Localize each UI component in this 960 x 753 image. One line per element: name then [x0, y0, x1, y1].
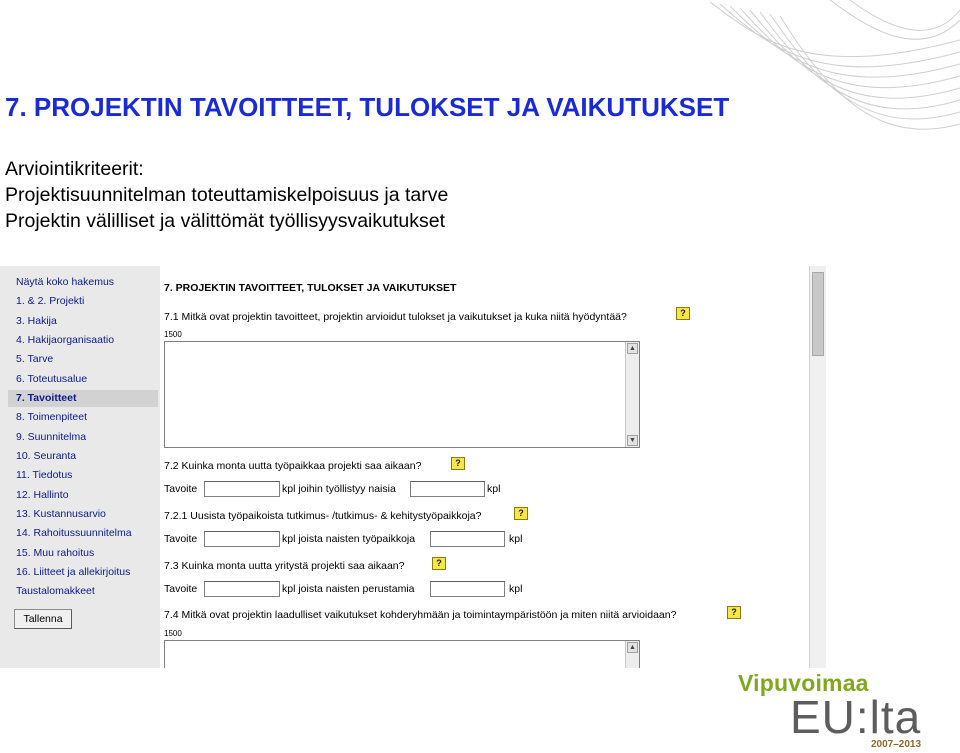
char-limit-label: 1500	[164, 330, 182, 339]
question-7-3-label: 7.3 Kuinka monta uutta yritystä projekti…	[164, 560, 405, 572]
sidebar-item-attachments[interactable]: 16. Liitteet ja allekirjoitus	[16, 566, 130, 578]
application-screenshot: Näytä koko hakemus 1. & 2. Projekti 3. H…	[0, 266, 826, 668]
sidebar-item-monitoring[interactable]: 10. Seuranta	[16, 450, 76, 462]
criteria-block: Arviointikriteerit: Projektisuunnitelman…	[5, 156, 448, 234]
form-title: 7. PROJEKTIN TAVOITTEET, TULOKSET JA VAI…	[164, 282, 457, 294]
women-rd-jobs-label: kpl joista naisten työpaikkoja	[282, 533, 416, 545]
char-limit-label: 1500	[164, 629, 182, 638]
women-jobs-label: kpl joihin työllistyy naisia	[282, 483, 396, 495]
women-jobs-input[interactable]	[410, 481, 485, 497]
criteria-heading: Arviointikriteerit:	[5, 158, 144, 180]
form-content: 7. PROJEKTIN TAVOITTEET, TULOKSET JA VAI…	[160, 266, 809, 668]
new-companies-input[interactable]	[204, 581, 280, 597]
scrollbar-thumb[interactable]	[812, 272, 824, 356]
goal-label: Tavoite	[164, 583, 198, 595]
help-icon[interactable]: ?	[676, 307, 690, 320]
unit-label: kpl	[487, 483, 501, 495]
sidebar-item-need[interactable]: 5. Tarve	[16, 353, 53, 365]
decorative-curves	[709, 0, 960, 130]
scroll-up-icon[interactable]: ▲	[627, 343, 638, 354]
sidebar-nav: Näytä koko hakemus 1. & 2. Projekti 3. H…	[0, 266, 160, 668]
sidebar-item-other-funding[interactable]: 15. Muu rahoitus	[16, 547, 94, 559]
help-icon[interactable]: ?	[451, 457, 465, 470]
scroll-up-icon[interactable]: ▲	[627, 642, 638, 653]
sidebar-item-show-all[interactable]: Näytä koko hakemus	[16, 276, 114, 288]
women-founded-input[interactable]	[430, 581, 505, 597]
question-7-2-label: 7.2 Kuinka monta uutta työpaikkaa projek…	[164, 460, 422, 472]
rd-jobs-input[interactable]	[204, 531, 280, 547]
unit-label: kpl	[509, 583, 523, 595]
criteria-item: Projektin välilliset ja välittömät työll…	[5, 210, 445, 232]
help-icon[interactable]: ?	[514, 507, 528, 520]
sidebar-item-goals[interactable]: 7. Tavoitteet	[16, 392, 77, 404]
question-7-2-1-label: 7.2.1 Uusista työpaikoista tutkimus- /tu…	[164, 510, 482, 522]
question-7-4-label: 7.4 Mitkä ovat projektin laadulliset vai…	[164, 609, 677, 621]
sidebar-item-project[interactable]: 1. & 2. Projekti	[16, 295, 84, 307]
question-7-1-label: 7.1 Mitkä ovat projektin tavoitteet, pro…	[164, 311, 627, 323]
unit-label: kpl	[509, 533, 523, 545]
vipuvoimaa-logo: Vipuvoimaa EU:lta 2007–2013	[738, 670, 938, 752]
goal-label: Tavoite	[164, 533, 198, 545]
women-rd-jobs-input[interactable]	[430, 531, 505, 547]
sidebar-item-applicant[interactable]: 3. Hakija	[16, 315, 57, 327]
sidebar-item-applicant-org[interactable]: 4. Hakijaorganisaatio	[16, 334, 114, 346]
help-icon[interactable]: ?	[432, 557, 446, 570]
textarea-scrollbar[interactable]: ▲ ▼	[625, 342, 639, 447]
slide-title: 7. PROJEKTIN TAVOITTEET, TULOKSET JA VAI…	[5, 92, 730, 122]
question-7-1-textarea[interactable]: ▲ ▼	[164, 341, 640, 448]
logo-years-text: 2007–2013	[871, 739, 922, 750]
women-founded-label: kpl joista naisten perustamia	[282, 583, 415, 595]
sidebar-item-plan[interactable]: 9. Suunnitelma	[16, 431, 86, 443]
help-icon[interactable]: ?	[727, 606, 741, 619]
sidebar-item-budget[interactable]: 13. Kustannusarvio	[16, 508, 106, 520]
logo-eu-text: EU:lta	[790, 691, 922, 743]
criteria-item: Projektisuunnitelman toteuttamiskelpoisu…	[5, 184, 449, 206]
sidebar-item-administration[interactable]: 12. Hallinto	[16, 489, 69, 501]
goal-label: Tavoite	[164, 483, 198, 495]
question-7-4-textarea[interactable]: ▲	[164, 640, 640, 668]
sidebar-item-funding-plan[interactable]: 14. Rahoitussuunnitelma	[16, 527, 132, 539]
sidebar-item-actions[interactable]: 8. Toimenpiteet	[16, 411, 87, 423]
sidebar-item-background-forms[interactable]: Taustalomakkeet	[16, 585, 95, 597]
new-jobs-input[interactable]	[204, 481, 280, 497]
sidebar-item-area[interactable]: 6. Toteutusalue	[16, 373, 87, 385]
page-scrollbar[interactable]	[809, 266, 826, 668]
textarea-scrollbar[interactable]: ▲	[625, 641, 639, 668]
sidebar-item-communication[interactable]: 11. Tiedotus	[16, 469, 72, 481]
scroll-down-icon[interactable]: ▼	[627, 435, 638, 446]
save-button[interactable]: Tallenna	[14, 609, 72, 629]
